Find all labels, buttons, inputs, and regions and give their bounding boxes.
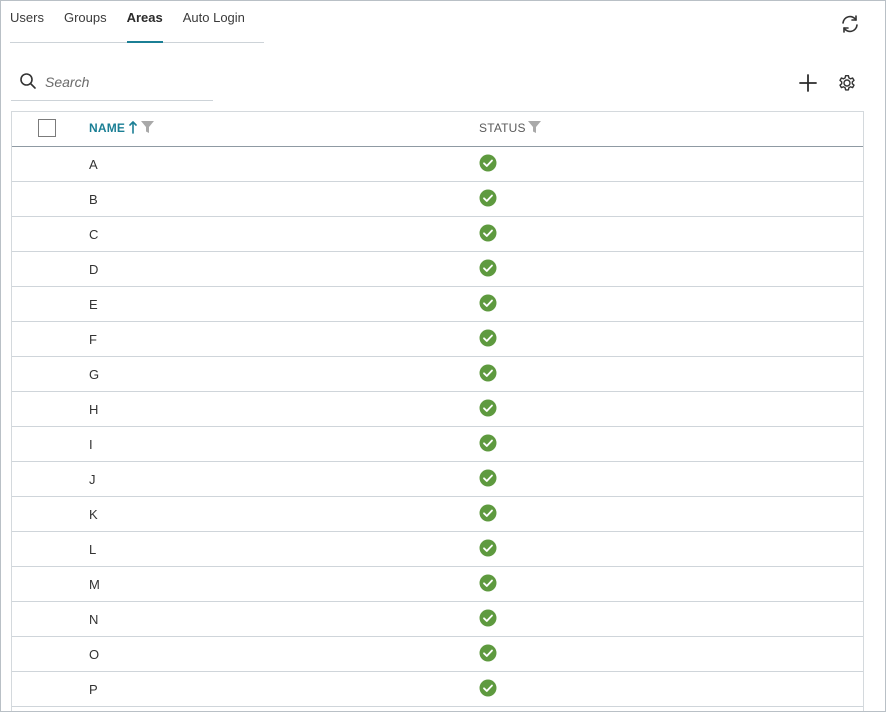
- select-all-checkbox[interactable]: [38, 119, 56, 137]
- check-circle-icon: [479, 294, 497, 312]
- search-input[interactable]: [45, 71, 205, 93]
- table-row[interactable]: I: [12, 427, 863, 462]
- check-circle-icon: [479, 644, 497, 662]
- areas-panel: Users Groups Areas Auto Login Search NAM…: [0, 0, 886, 712]
- add-area-button[interactable]: [797, 72, 819, 94]
- table-row[interactable]: A: [12, 147, 863, 182]
- area-name: B: [89, 192, 98, 207]
- check-circle-icon: [479, 469, 497, 487]
- column-header-status[interactable]: STATUS: [479, 121, 526, 135]
- area-name: E: [89, 297, 98, 312]
- area-name: C: [89, 227, 99, 242]
- table-row[interactable]: M: [12, 567, 863, 602]
- filter-icon[interactable]: [140, 120, 155, 134]
- tab-areas[interactable]: Areas: [126, 1, 163, 43]
- table-row[interactable]: P: [12, 672, 863, 707]
- check-circle-icon: [479, 504, 497, 522]
- check-circle-icon: [479, 609, 497, 627]
- check-circle-icon: [479, 679, 497, 697]
- refresh-button[interactable]: [839, 13, 861, 35]
- table-row[interactable]: G: [12, 357, 863, 392]
- table-row[interactable]: J: [12, 462, 863, 497]
- areas-table: NAME STATUS A B C D E F G H I J K L M N O P: [11, 111, 864, 711]
- check-circle-icon: [479, 574, 497, 592]
- area-name: I: [89, 437, 93, 452]
- table-row[interactable]: H: [12, 392, 863, 427]
- area-name: O: [89, 647, 100, 662]
- table-row[interactable]: K: [12, 497, 863, 532]
- tab-groups[interactable]: Groups: [64, 1, 107, 42]
- table-row[interactable]: C: [12, 217, 863, 252]
- settings-button[interactable]: [836, 72, 858, 94]
- check-circle-icon: [479, 399, 497, 417]
- area-name: P: [89, 682, 98, 697]
- table-row[interactable]: D: [12, 252, 863, 287]
- sort-ascending-icon[interactable]: [129, 120, 137, 134]
- search-icon: [20, 73, 36, 89]
- check-circle-icon: [479, 329, 497, 347]
- refresh-icon: [842, 15, 858, 33]
- check-circle-icon: [479, 154, 497, 172]
- tab-auto-login[interactable]: Auto Login: [183, 1, 245, 42]
- table-row[interactable]: O: [12, 637, 863, 672]
- area-name: D: [89, 262, 99, 277]
- plus-icon: [799, 74, 817, 92]
- area-name: F: [89, 332, 97, 347]
- area-name: G: [89, 367, 100, 382]
- area-name: A: [89, 157, 98, 172]
- area-name: J: [89, 472, 96, 487]
- area-name: K: [89, 507, 98, 522]
- check-circle-icon: [479, 189, 497, 207]
- filter-icon[interactable]: [527, 120, 542, 134]
- check-circle-icon: [479, 434, 497, 452]
- table-row[interactable]: L: [12, 532, 863, 567]
- area-name: H: [89, 402, 99, 417]
- tab-bar: Users Groups Areas Auto Login: [10, 1, 264, 43]
- table-header: NAME STATUS: [12, 112, 863, 147]
- check-circle-icon: [479, 224, 497, 242]
- table-row[interactable]: N: [12, 602, 863, 637]
- tab-users[interactable]: Users: [10, 1, 44, 42]
- area-name: N: [89, 612, 99, 627]
- check-circle-icon: [479, 259, 497, 277]
- search-box: [11, 69, 213, 101]
- check-circle-icon: [479, 539, 497, 557]
- table-body: A B C D E F G H I J K L M N O P: [12, 147, 863, 707]
- column-header-name[interactable]: NAME: [89, 121, 125, 135]
- area-name: M: [89, 577, 100, 592]
- check-circle-icon: [479, 364, 497, 382]
- table-row[interactable]: E: [12, 287, 863, 322]
- table-row[interactable]: F: [12, 322, 863, 357]
- table-row[interactable]: B: [12, 182, 863, 217]
- gear-icon: [839, 75, 855, 91]
- area-name: L: [89, 542, 97, 557]
